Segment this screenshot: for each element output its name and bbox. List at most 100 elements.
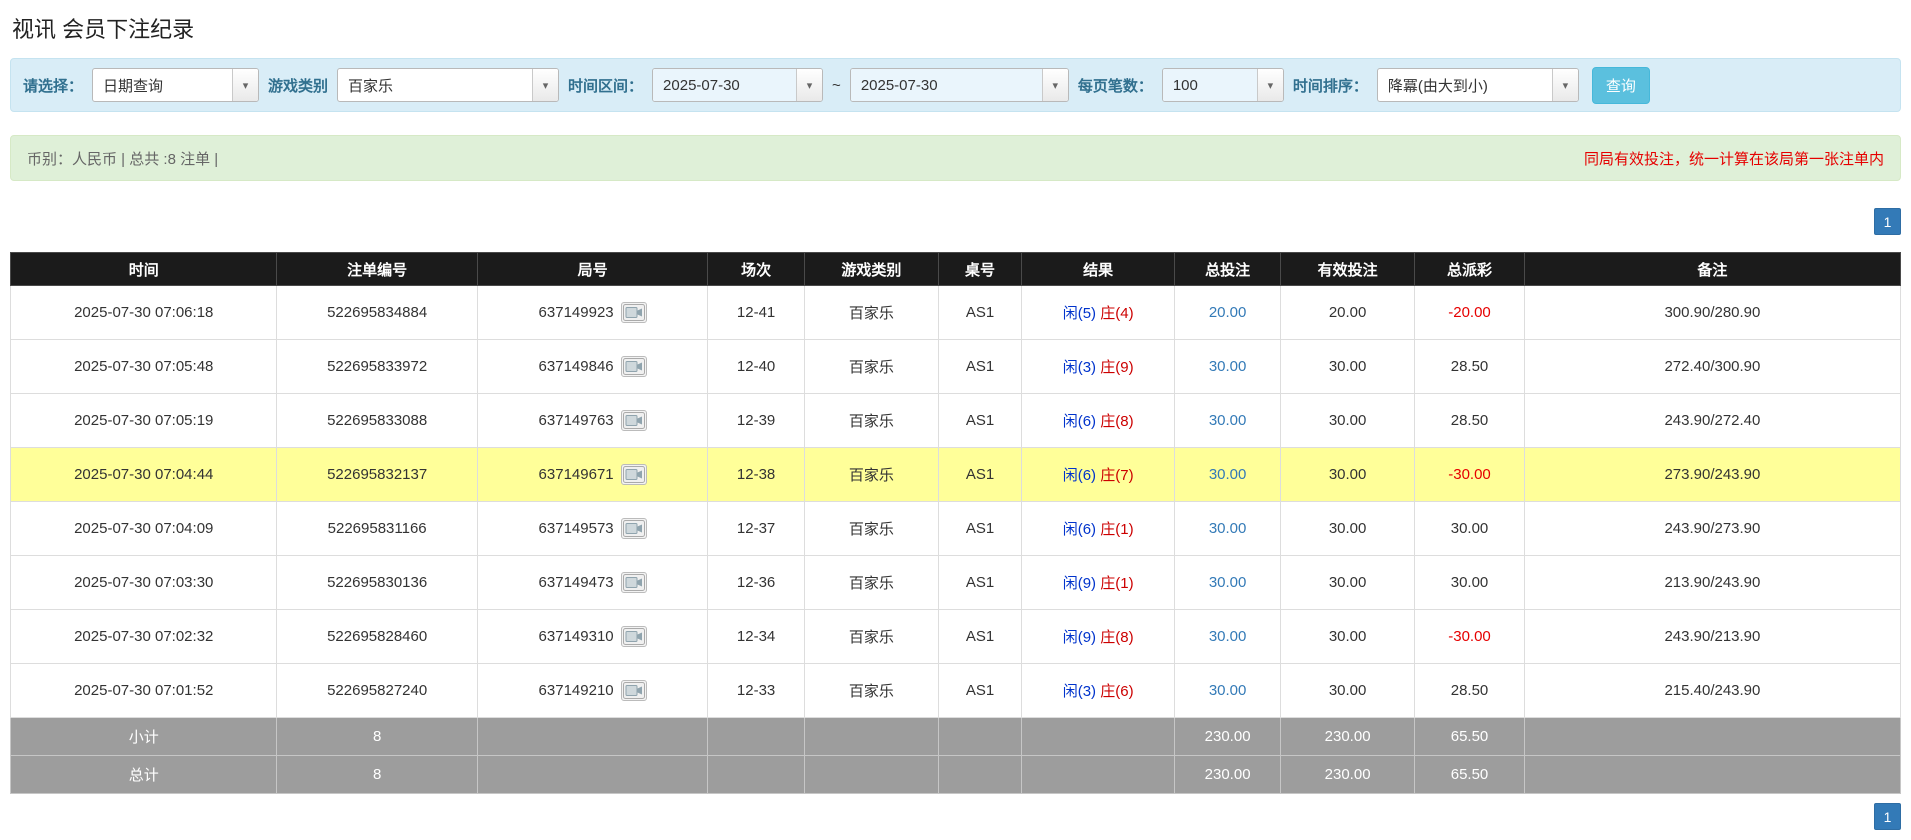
empty-cell [938,756,1021,794]
cell-session: 12-37 [708,502,804,556]
table-row: 2025-07-30 07:06:18522695834884637149923… [11,286,1901,340]
total-bet-link[interactable]: 20.00 [1209,304,1247,321]
result-banker: 庄(9) [1100,359,1133,376]
date-range-label: 时间区间： [568,75,643,96]
cell-payout: 28.50 [1415,394,1525,448]
cell-time: 2025-07-30 07:01:52 [11,664,277,718]
date-from-select[interactable]: 2025-07-30 ▾ [652,68,823,102]
filter-bar: 请选择： 日期查询 ▾ 游戏类别 百家乐 ▾ 时间区间： 2025-07-30 … [10,58,1901,112]
game-type-select[interactable]: 百家乐 ▾ [337,68,559,102]
page-button[interactable]: 1 [1874,803,1901,830]
total-bet-link[interactable]: 30.00 [1209,358,1247,375]
video-replay-icon[interactable] [621,410,647,431]
chevron-down-icon[interactable]: ▾ [1552,69,1578,101]
summary-bar: 币别：人民币 | 总共 :8 注单 | 同局有效投注，统一计算在该局第一张注单内 [10,135,1901,181]
empty-cell [1524,718,1900,756]
total-bet-link[interactable]: 30.00 [1209,628,1247,645]
query-type-select[interactable]: 日期查询 ▾ [92,68,259,102]
round-id-text: 637149310 [539,628,614,645]
sort-order-select[interactable]: 降冪(由大到小) ▾ [1377,68,1579,102]
cell-payout: 28.50 [1415,664,1525,718]
video-replay-icon[interactable] [621,356,647,377]
game-type-value: 百家乐 [338,69,532,101]
cell-remark: 243.90/272.40 [1524,394,1900,448]
date-to-value: 2025-07-30 [851,69,1042,101]
result-banker: 庄(4) [1100,305,1133,322]
video-replay-icon[interactable] [621,518,647,539]
video-replay-icon[interactable] [621,626,647,647]
cell-remark: 273.90/243.90 [1524,448,1900,502]
cell-total-bet: 30.00 [1175,556,1281,610]
video-replay-icon[interactable] [621,464,647,485]
cell-time: 2025-07-30 07:02:32 [11,610,277,664]
cell-table-no: AS1 [938,394,1021,448]
cell-result: 闲(9) 庄(8) [1022,610,1175,664]
cell-session: 12-40 [708,340,804,394]
cell-result: 闲(6) 庄(8) [1022,394,1175,448]
total-count: 8 [277,756,477,794]
table-row: 2025-07-30 07:05:48522695833972637149846… [11,340,1901,394]
cell-remark: 215.40/243.90 [1524,664,1900,718]
video-replay-icon[interactable] [621,680,647,701]
table-row: 2025-07-30 07:04:44522695832137637149671… [11,448,1901,502]
page-button[interactable]: 1 [1874,208,1901,235]
round-id-text: 637149763 [539,412,614,429]
total-bet-link[interactable]: 30.00 [1209,682,1247,699]
chevron-down-icon[interactable]: ▾ [532,69,558,101]
page-size-label: 每页笔数： [1078,75,1153,96]
total-bet-link[interactable]: 30.00 [1209,412,1247,429]
date-to-select[interactable]: 2025-07-30 ▾ [850,68,1069,102]
header-valid-bet: 有效投注 [1281,253,1415,286]
search-button[interactable]: 查询 [1592,67,1650,104]
cell-result: 闲(6) 庄(7) [1022,448,1175,502]
header-bet-id: 注单编号 [277,253,477,286]
result-banker: 庄(7) [1100,467,1133,484]
cell-time: 2025-07-30 07:04:09 [11,502,277,556]
table-row: 2025-07-30 07:03:30522695830136637149473… [11,556,1901,610]
cell-result: 闲(5) 庄(4) [1022,286,1175,340]
subtotal-row: 小计 8 230.00 230.00 65.50 [11,718,1901,756]
empty-cell [708,718,804,756]
chevron-down-icon[interactable]: ▾ [1042,69,1068,101]
total-bet-link[interactable]: 30.00 [1209,520,1247,537]
total-row: 总计 8 230.00 230.00 65.50 [11,756,1901,794]
total-bet-link[interactable]: 30.00 [1209,466,1247,483]
payout-value: -30.00 [1448,628,1491,645]
cell-total-bet: 30.00 [1175,610,1281,664]
result-player: 闲(5) [1063,305,1096,322]
chevron-down-icon[interactable]: ▾ [232,69,258,101]
cell-table-no: AS1 [938,610,1021,664]
cell-session: 12-38 [708,448,804,502]
cell-valid-bet: 30.00 [1281,502,1415,556]
cell-bet-id: 522695830136 [277,556,477,610]
video-replay-icon[interactable] [621,302,647,323]
header-payout: 总派彩 [1415,253,1525,286]
cell-total-bet: 30.00 [1175,340,1281,394]
payout-value: 30.00 [1451,520,1489,537]
chevron-down-icon[interactable]: ▾ [1257,69,1283,101]
page: 视讯 会员下注纪录 请选择： 日期查询 ▾ 游戏类别 百家乐 ▾ 时间区间： 2… [0,0,1911,838]
empty-cell [1022,756,1175,794]
chevron-down-icon[interactable]: ▾ [796,69,822,101]
sort-order-value: 降冪(由大到小) [1378,69,1552,101]
cell-table-no: AS1 [938,664,1021,718]
total-bet-link[interactable]: 30.00 [1209,574,1247,591]
payout-value: 28.50 [1451,412,1489,429]
cell-payout: -20.00 [1415,286,1525,340]
result-player: 闲(6) [1063,467,1096,484]
cell-bet-id: 522695834884 [277,286,477,340]
cell-bet-id: 522695832137 [277,448,477,502]
subtotal-total-bet: 230.00 [1175,718,1281,756]
header-remark: 备注 [1524,253,1900,286]
cell-total-bet: 20.00 [1175,286,1281,340]
page-size-select[interactable]: 100 ▾ [1162,68,1284,102]
subtotal-valid-bet: 230.00 [1281,718,1415,756]
header-time: 时间 [11,253,277,286]
query-type-value: 日期查询 [93,69,232,101]
notice-text: 同局有效投注，统一计算在该局第一张注单内 [1584,148,1884,169]
cell-table-no: AS1 [938,502,1021,556]
cell-bet-id: 522695831166 [277,502,477,556]
table-header-row: 时间 注单编号 局号 场次 游戏类别 桌号 结果 总投注 有效投注 总派彩 备注 [11,253,1901,286]
video-replay-icon[interactable] [621,572,647,593]
cell-time: 2025-07-30 07:05:19 [11,394,277,448]
